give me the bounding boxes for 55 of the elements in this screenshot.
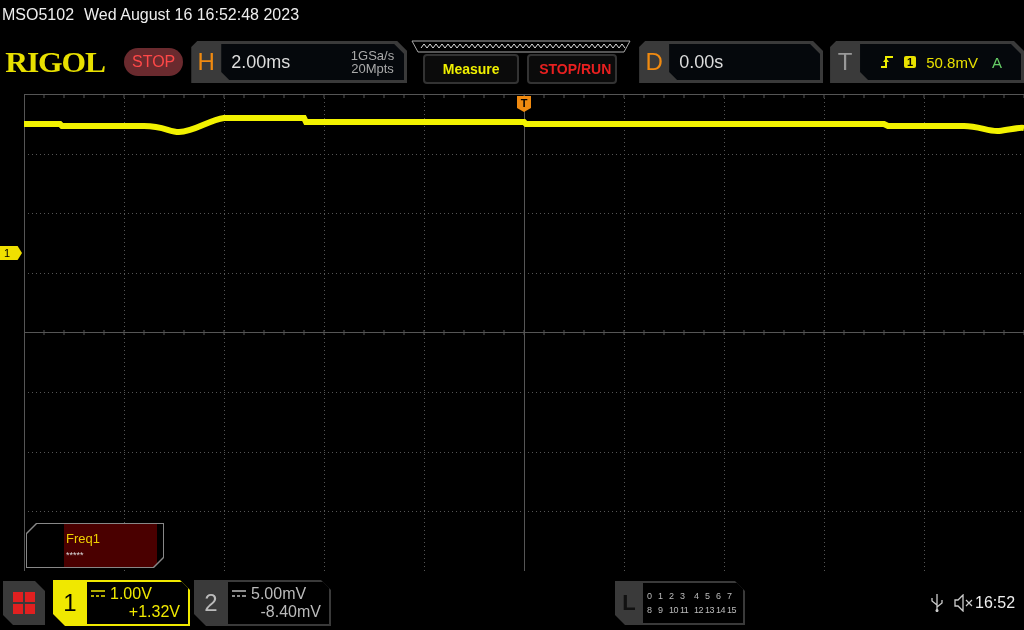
measure-button[interactable]: Measure: [423, 54, 520, 84]
digital-channel-number: 11: [680, 605, 690, 615]
channel-offset: -8.40mV: [259, 603, 321, 621]
sample-rate: 1GSa/s: [350, 49, 395, 62]
measurement-panel[interactable]: Freq1 *****: [26, 523, 164, 568]
trigger-level: 50.8mV: [926, 53, 978, 71]
dc-coupling-icon: [232, 590, 246, 598]
channel-number: 2: [203, 588, 219, 618]
delay-value: 0.00s: [679, 51, 725, 73]
delay-panel[interactable]: D 0.00s: [639, 41, 824, 83]
channel-scale: 5.00mV: [251, 585, 307, 603]
clock-time: 16:52: [975, 594, 1016, 612]
channel-panel[interactable]: 2 5.00mV -8.40mV: [194, 580, 331, 626]
stop-run-button[interactable]: STOP/RUN: [527, 54, 618, 84]
digital-channel-number: 2: [669, 591, 675, 601]
delay-label: D: [644, 47, 664, 77]
trigger-source-badge: 1: [904, 56, 917, 68]
digital-channel-number: 10: [669, 605, 679, 615]
digital-channel-number: 14: [716, 605, 726, 615]
digital-channel-number: 9: [658, 605, 664, 615]
date-time: Wed August 16 16:52:48 2023: [84, 6, 300, 24]
digital-channel-number: 4: [693, 591, 700, 601]
timebase-value: 2.00ms: [231, 51, 292, 73]
channel-offset-marker[interactable]: 1: [0, 246, 22, 260]
channel-number: 1: [62, 588, 78, 618]
digital-channel-number: 15: [727, 605, 737, 615]
speaker-muted-icon: [953, 594, 973, 612]
digital-channel-number: 8: [647, 605, 653, 615]
measurement-value: *****: [66, 550, 85, 560]
four-squares-icon: [13, 592, 35, 614]
menu-button[interactable]: [3, 581, 45, 625]
digital-channel-number: 3: [680, 591, 686, 601]
horizontal-label: H: [196, 47, 216, 77]
horizontal-panel[interactable]: H 2.00ms 1GSa/s 20Mpts: [191, 41, 408, 83]
model-name: MSO5102: [2, 6, 75, 24]
channel-panel[interactable]: 1 1.00V +1.32V: [53, 580, 190, 626]
measurement-name: Freq1: [66, 531, 101, 546]
digital-channel-number: 7: [727, 591, 733, 601]
trigger-panel[interactable]: T 1 50.8mV A: [830, 41, 1024, 83]
dc-coupling-icon: [91, 590, 105, 598]
trigger-position-marker[interactable]: T: [517, 96, 531, 112]
brand-logo: RIGOL: [5, 45, 106, 79]
trigger-mode: A: [991, 53, 1002, 71]
rising-edge-icon: [880, 55, 895, 69]
digital-channel-number: 13: [705, 605, 715, 615]
channel-scale: 1.00V: [110, 585, 152, 603]
memory-depth: 20Mpts: [351, 62, 394, 75]
trigger-label: T: [836, 47, 854, 77]
digital-channel-number: 5: [705, 591, 711, 601]
digital-channel-number: 0: [647, 591, 653, 601]
digital-channel-number: 12: [693, 605, 704, 615]
digital-channel-number: 1: [658, 591, 664, 601]
digital-channel-number: 6: [716, 591, 722, 601]
usb-icon: [931, 594, 943, 612]
channel-offset: +1.32V: [127, 603, 180, 621]
